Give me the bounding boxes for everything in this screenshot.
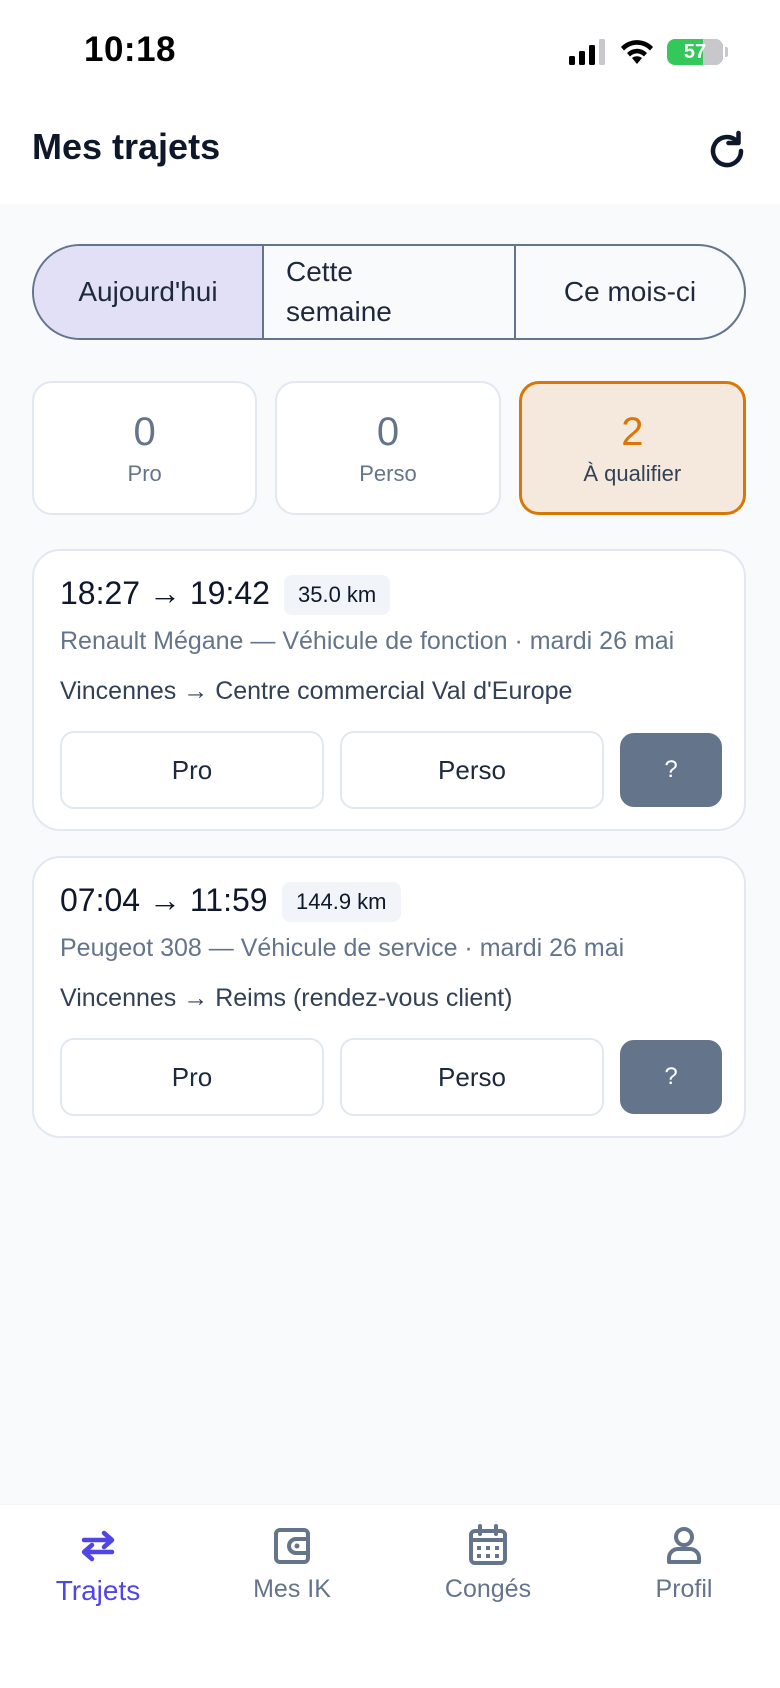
tab-trajets-label: Trajets: [55, 1575, 141, 1606]
trip-card: 18:27 → 19:42 35.0 km Renault Mégane — V…: [32, 549, 746, 831]
stats-row: 0 Pro 0 Perso 2 À qualifier: [32, 381, 746, 515]
trip-vehicle-date: Renault Mégane — Véhicule de fonction · …: [60, 627, 675, 655]
qualify-unknown-button[interactable]: ?: [620, 733, 722, 807]
stat-to-qualify-count: 2: [621, 410, 644, 454]
qualify-perso-button[interactable]: Perso: [340, 1038, 604, 1116]
qualify-pro-button[interactable]: Pro: [60, 731, 324, 809]
battery-icon: 57: [667, 39, 723, 65]
trip-distance-badge: 144.9 km: [282, 882, 401, 922]
tab-this-month-label: Ce mois-ci: [563, 276, 697, 307]
qualify-unknown-button[interactable]: ?: [620, 1040, 722, 1114]
calendar-icon: [469, 1524, 507, 1565]
tab-trajets[interactable]: Trajets: [18, 1523, 178, 1607]
stat-to-qualify-label: À qualifier: [583, 461, 682, 486]
trip-route: Vincennes → Centre commercial Val d'Euro…: [60, 677, 573, 705]
stat-pro-count: 0: [133, 410, 156, 454]
wallet-icon: [274, 1528, 310, 1564]
status-bar: 10:18 57: [0, 0, 780, 104]
trip-vehicle-date: Peugeot 308 — Véhicule de service · mard…: [60, 934, 625, 962]
tab-today-label: Aujourd'hui: [78, 276, 218, 307]
stat-perso-count: 0: [376, 410, 400, 454]
person-icon: [667, 1527, 701, 1564]
tab-mes-ik[interactable]: Mes IK: [212, 1523, 372, 1604]
trip-time-range: 07:04 → 11:59: [60, 882, 268, 918]
tab-this-month[interactable]: Ce mois-ci: [516, 246, 744, 338]
stat-card-to-qualify[interactable]: 2 À qualifier: [518, 381, 746, 515]
stat-pro-label: Pro: [127, 461, 162, 486]
refresh-icon[interactable]: [704, 128, 750, 174]
period-segmented-control: Aujourd'hui Cette semaine Ce mois-ci: [32, 244, 746, 340]
cellular-signal-icon: [569, 39, 605, 65]
battery-tip: [725, 47, 728, 57]
tab-profil[interactable]: Profil: [604, 1523, 764, 1604]
bottom-tab-bar: Trajets Mes IK Congés Profil: [0, 1504, 780, 1688]
trip-route: Vincennes → Reims (rendez-vous client): [60, 984, 513, 1012]
tab-today[interactable]: Aujourd'hui: [34, 246, 264, 338]
tab-conges-label: Congés: [444, 1575, 532, 1603]
swap-arrows-icon: [81, 1530, 115, 1562]
tab-this-week-label-line1: Cette: [286, 256, 353, 287]
trip-distance-badge: 35.0 km: [284, 575, 391, 615]
qualify-pro-button[interactable]: Pro: [60, 1038, 324, 1116]
status-time: 10:18: [84, 30, 177, 69]
qualify-perso-button[interactable]: Perso: [340, 731, 604, 809]
stat-perso-label: Perso: [359, 461, 417, 486]
battery-level: 57: [683, 40, 707, 63]
trip-card: 07:04 → 11:59 144.9 km Peugeot 308 — Véh…: [32, 856, 746, 1138]
stat-card-pro[interactable]: 0 Pro: [32, 381, 258, 515]
status-icons: 57: [569, 38, 728, 66]
tab-this-week-label-line2: semaine: [286, 296, 392, 327]
tab-mes-ik-label: Mes IK: [253, 1575, 331, 1603]
page-title: Mes trajets: [32, 126, 221, 167]
tab-profil-label: Profil: [655, 1575, 713, 1603]
tab-conges[interactable]: Congés: [408, 1523, 568, 1604]
trip-time-range: 18:27 → 19:42: [60, 575, 270, 611]
tab-this-week[interactable]: Cette semaine: [264, 246, 516, 338]
stat-card-perso[interactable]: 0 Perso: [275, 381, 501, 515]
wifi-icon: [621, 40, 653, 64]
app-header: Mes trajets: [0, 104, 780, 204]
